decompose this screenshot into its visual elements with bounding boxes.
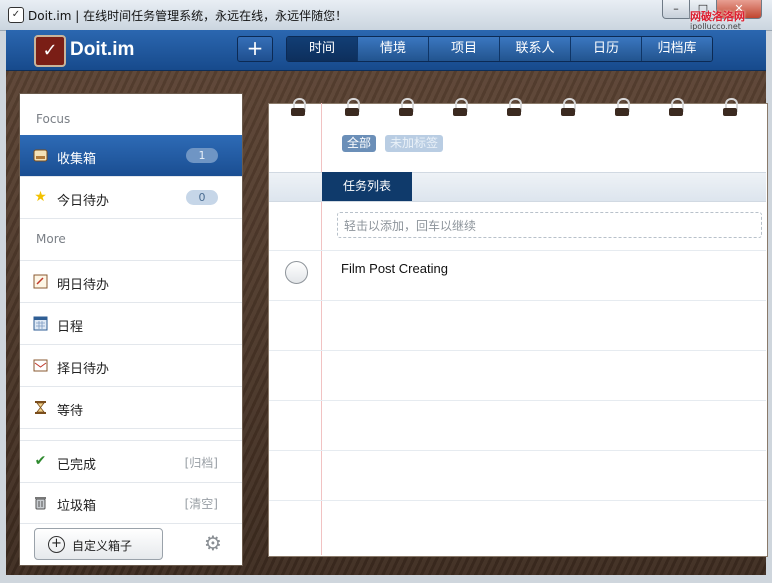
- custom-box-button[interactable]: + 自定义箱子: [34, 528, 163, 560]
- archive-link[interactable]: [归档]: [185, 454, 218, 471]
- sidebar-item-inbox[interactable]: 收集箱 1: [20, 135, 242, 177]
- main-tabs: 时间 情境 项目 联系人 日历 归档库: [286, 36, 713, 62]
- calendar-icon: [33, 316, 48, 331]
- sidebar: Focus 收集箱 1 ★ 今日待办 0 More 明日待办 日程 择日待办 等…: [19, 93, 243, 566]
- row-divider: [269, 450, 766, 451]
- task-complete-checkbox[interactable]: [285, 261, 308, 284]
- note-icon: [33, 274, 48, 289]
- sidebar-item-label: 等待: [57, 404, 84, 419]
- tab-archive[interactable]: 归档库: [642, 37, 712, 61]
- quick-add-input[interactable]: 轻击以添加，回车以继续: [337, 212, 762, 238]
- logo-icon: ✓: [34, 35, 66, 67]
- spiral-ring: [560, 98, 576, 120]
- spiral-ring: [722, 98, 738, 120]
- sidebar-item-label: 收集箱: [57, 152, 97, 167]
- row-divider: [269, 250, 766, 251]
- plus-icon: +: [48, 536, 65, 553]
- sidebar-item-label: 明日待办: [57, 278, 110, 293]
- spiral-ring: [668, 98, 684, 120]
- spiral-ring: [452, 98, 468, 120]
- task-list-tab[interactable]: 任务列表: [322, 172, 412, 201]
- notebook-margin-line: [321, 103, 322, 555]
- gear-icon[interactable]: ⚙: [204, 533, 222, 553]
- window-titlebar: ✓ Doit.im | 在线时间任务管理系统，永远在线，永远伴随您！ – □ ✕…: [0, 0, 772, 31]
- row-divider: [269, 400, 766, 401]
- filter-untagged[interactable]: 未加标签: [385, 135, 444, 152]
- sidebar-item-someday[interactable]: 择日待办: [20, 345, 242, 387]
- sidebar-item-label: 今日待办: [57, 194, 110, 209]
- focus-section-label: Focus: [36, 112, 71, 126]
- tab-context[interactable]: 情境: [358, 37, 429, 61]
- tab-projects[interactable]: 项目: [429, 37, 500, 61]
- sidebar-item-today[interactable]: ★ 今日待办 0: [20, 177, 242, 219]
- app-icon: ✓: [8, 7, 24, 23]
- hourglass-icon: [33, 400, 48, 415]
- spiral-ring: [506, 98, 522, 120]
- sidebar-item-completed[interactable]: ✔ 已完成 [归档]: [20, 440, 242, 483]
- sidebar-item-tomorrow[interactable]: 明日待办: [20, 261, 242, 303]
- envelope-icon: [33, 358, 48, 373]
- sidebar-item-trash[interactable]: 垃圾箱 [清空]: [20, 482, 242, 524]
- spiral-ring: [290, 98, 306, 120]
- sidebar-item-label: 日程: [57, 320, 84, 335]
- minimize-button[interactable]: –: [662, 0, 690, 19]
- add-task-button[interactable]: +: [237, 36, 273, 62]
- spiral-ring: [614, 98, 630, 120]
- sidebar-item-label: 垃圾箱: [57, 499, 97, 514]
- filter-all[interactable]: 全部: [342, 135, 377, 152]
- logo-text: Doit.im: [70, 39, 135, 60]
- app-header: ✓ Doit.im + 时间 情境 项目 联系人 日历 归档库: [6, 30, 766, 71]
- spiral-ring: [398, 98, 414, 120]
- spiral-ring: [344, 98, 360, 120]
- inbox-icon: [33, 148, 48, 163]
- tab-calendar[interactable]: 日历: [571, 37, 642, 61]
- sidebar-item-label: 已完成: [57, 458, 97, 473]
- custom-box-label: 自定义箱子: [72, 539, 133, 553]
- count-badge: 0: [186, 190, 218, 205]
- row-divider: [269, 350, 766, 351]
- empty-trash-link[interactable]: [清空]: [185, 495, 218, 512]
- sidebar-item-label: 择日待办: [57, 362, 110, 377]
- task-title[interactable]: Film Post Creating: [341, 261, 448, 276]
- trash-icon: [33, 495, 48, 510]
- row-divider: [269, 300, 766, 301]
- row-divider: [269, 500, 766, 501]
- sidebar-item-schedule[interactable]: 日程: [20, 303, 242, 345]
- sidebar-item-waiting[interactable]: 等待: [20, 387, 242, 429]
- tab-time[interactable]: 时间: [287, 37, 358, 61]
- check-icon: ✔: [34, 453, 47, 469]
- count-badge: 1: [186, 148, 218, 163]
- window-title: Doit.im | 在线时间任务管理系统，永远在线，永远伴随您！: [28, 9, 348, 23]
- tab-contacts[interactable]: 联系人: [500, 37, 571, 61]
- more-section-label: More: [36, 232, 66, 246]
- star-icon: ★: [34, 189, 47, 205]
